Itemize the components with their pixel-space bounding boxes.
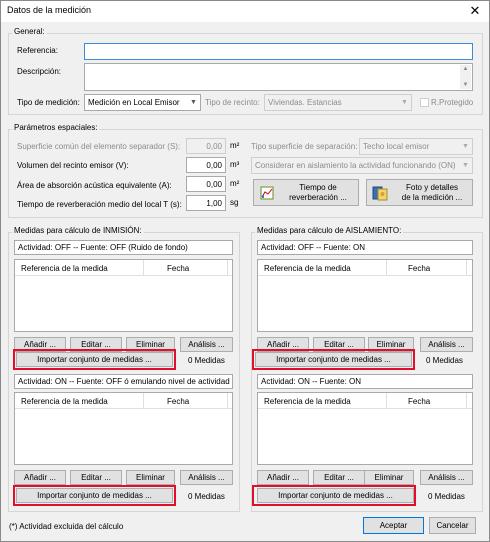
dialog-title: Datos de la medición bbox=[7, 5, 92, 15]
chevron-down-icon: ▼ bbox=[190, 99, 197, 106]
tipo-medicion-label: Tipo de medición: bbox=[17, 98, 80, 107]
col-fecha[interactable]: Fecha bbox=[167, 264, 189, 273]
volumen-unit: m³ bbox=[230, 160, 240, 169]
col-referencia[interactable]: Referencia de la medida bbox=[21, 264, 108, 273]
aislamiento-bottom-add-button[interactable]: Añadir ... bbox=[257, 470, 309, 485]
aislamiento-top-activity: Actividad: OFF -- Fuente: ON bbox=[257, 240, 473, 255]
tipo-superficie-label: Tipo superficie de separación: bbox=[251, 142, 358, 151]
highlight-box bbox=[13, 485, 176, 506]
col-referencia[interactable]: Referencia de la medida bbox=[264, 264, 351, 273]
aislamiento-bottom-count: 0 Medidas bbox=[428, 492, 465, 501]
inmision-top-count: 0 Medidas bbox=[188, 356, 225, 365]
tipo-recinto-value: Viviendas. Estancias bbox=[268, 98, 342, 107]
tiempo-unit: sg bbox=[230, 198, 239, 207]
aislamiento-top-count: 0 Medidas bbox=[426, 356, 463, 365]
tipo-recinto-select[interactable]: Viviendas. Estancias ▼ bbox=[264, 94, 412, 111]
aislamiento-bottom-activity: Actividad: ON -- Fuente: ON bbox=[257, 374, 473, 389]
foto-detalles-button[interactable]: Foto y detalles de la medición ... bbox=[366, 179, 473, 206]
volumen-input[interactable]: 0,00 bbox=[186, 157, 226, 173]
tiempo-button-line1: Tiempo de bbox=[299, 183, 337, 192]
tiempo-reverberacion-button[interactable]: Tiempo de reverberación ... bbox=[253, 179, 359, 206]
photo-icon bbox=[372, 186, 388, 201]
table-header: Referencia de la medida Fecha bbox=[258, 393, 472, 409]
inmision-bottom-analysis-button[interactable]: Análisis ... bbox=[180, 470, 233, 485]
chevron-down-icon: ▼ bbox=[401, 99, 408, 106]
volumen-label: Volumen del recinto emisor (V): bbox=[17, 161, 129, 170]
descripcion-scrollbar[interactable]: ▲ ▼ bbox=[460, 65, 471, 89]
col-fecha[interactable]: Fecha bbox=[408, 397, 430, 406]
chevron-down-icon: ▼ bbox=[462, 143, 469, 150]
close-icon[interactable]: ✕ bbox=[466, 3, 484, 19]
superficie-input[interactable]: 0,00 bbox=[186, 138, 226, 154]
tiempo-label: Tiempo de reverberación medio del local … bbox=[17, 200, 182, 209]
considerar-value: Considerar en aislamiento la actividad f… bbox=[255, 161, 456, 170]
inmision-top-table[interactable]: Referencia de la medida Fecha bbox=[14, 259, 233, 332]
considerar-select[interactable]: Considerar en aislamiento la actividad f… bbox=[251, 157, 473, 174]
foto-button-line2: de la medición ... bbox=[401, 193, 463, 202]
superficie-label: Superficie común del elemento separador … bbox=[17, 142, 181, 151]
aislamiento-bottom-table[interactable]: Referencia de la medida Fecha bbox=[257, 392, 473, 465]
highlight-box bbox=[252, 349, 415, 370]
tipo-recinto-label: Tipo de recinto: bbox=[205, 98, 260, 107]
table-header: Referencia de la medida Fecha bbox=[258, 260, 472, 276]
inmision-bottom-count: 0 Medidas bbox=[188, 492, 225, 501]
inmision-bottom-add-button[interactable]: Añadir ... bbox=[14, 470, 66, 485]
descripcion-label: Descripción: bbox=[17, 67, 62, 76]
aislamiento-top-analysis-button[interactable]: Análisis ... bbox=[420, 337, 473, 352]
tiempo-input[interactable]: 1,00 bbox=[186, 195, 226, 211]
accept-button[interactable]: Aceptar bbox=[363, 517, 424, 534]
inmision-group-label: Medidas para cálculo de INMISIÓN: bbox=[12, 226, 144, 235]
highlight-box bbox=[13, 349, 176, 370]
table-header: Referencia de la medida Fecha bbox=[15, 393, 232, 409]
area-unit: m² bbox=[230, 179, 240, 188]
r-protegido-checkbox[interactable] bbox=[420, 98, 429, 107]
inmision-top-analysis-button[interactable]: Análisis ... bbox=[180, 337, 233, 352]
foto-button-line1: Foto y detalles bbox=[405, 183, 459, 192]
scroll-down-icon[interactable]: ▼ bbox=[460, 82, 471, 88]
superficie-unit: m² bbox=[230, 141, 240, 150]
referencia-label: Referencia: bbox=[17, 46, 58, 55]
inmision-bottom-edit-button[interactable]: Editar ... bbox=[70, 470, 122, 485]
highlight-box bbox=[252, 485, 416, 506]
inmision-bottom-table[interactable]: Referencia de la medida Fecha bbox=[14, 392, 233, 465]
tipo-medicion-value: Medición en Local Emisor bbox=[88, 98, 180, 107]
chevron-down-icon: ▼ bbox=[462, 162, 469, 169]
descripcion-textarea[interactable]: ▲ ▼ bbox=[84, 63, 473, 91]
inmision-top-activity: Actividad: OFF -- Fuente: OFF (Ruido de … bbox=[14, 240, 233, 255]
aislamiento-bottom-delete-button[interactable]: Eliminar bbox=[364, 470, 414, 485]
tipo-medicion-select[interactable]: Medición en Local Emisor ▼ bbox=[84, 94, 201, 111]
table-header: Referencia de la medida Fecha bbox=[15, 260, 232, 276]
general-group-label: General: bbox=[12, 27, 47, 36]
espaciales-group-label: Parámetros espaciales: bbox=[12, 123, 100, 132]
col-referencia[interactable]: Referencia de la medida bbox=[21, 397, 108, 406]
referencia-input[interactable] bbox=[84, 43, 473, 60]
scroll-up-icon[interactable]: ▲ bbox=[460, 66, 471, 72]
tipo-superficie-value: Techo local emisor bbox=[363, 142, 430, 151]
area-label: Área de absorción acústica equivalente (… bbox=[17, 181, 172, 190]
aislamiento-bottom-edit-button[interactable]: Editar ... bbox=[313, 470, 365, 485]
area-input[interactable]: 0,00 bbox=[186, 176, 226, 192]
col-referencia[interactable]: Referencia de la medida bbox=[264, 397, 351, 406]
inmision-bottom-activity: Actividad: ON -- Fuente: OFF ó emulando … bbox=[14, 374, 233, 389]
aislamiento-group-label: Medidas para cálculo de AISLAMIENTO: bbox=[255, 226, 404, 235]
chart-icon bbox=[260, 186, 274, 200]
cancel-button[interactable]: Cancelar bbox=[429, 517, 476, 534]
tiempo-button-line2: reverberación ... bbox=[289, 193, 347, 202]
r-protegido-label: R.Protegido bbox=[431, 98, 474, 107]
footer-note: (*) Actividad excluida del cálculo bbox=[9, 522, 124, 531]
aislamiento-top-table[interactable]: Referencia de la medida Fecha bbox=[257, 259, 473, 332]
tipo-superficie-select[interactable]: Techo local emisor ▼ bbox=[359, 138, 473, 155]
col-fecha[interactable]: Fecha bbox=[408, 264, 430, 273]
col-fecha[interactable]: Fecha bbox=[167, 397, 189, 406]
aislamiento-bottom-analysis-button[interactable]: Análisis ... bbox=[420, 470, 473, 485]
inmision-bottom-delete-button[interactable]: Eliminar bbox=[126, 470, 175, 485]
